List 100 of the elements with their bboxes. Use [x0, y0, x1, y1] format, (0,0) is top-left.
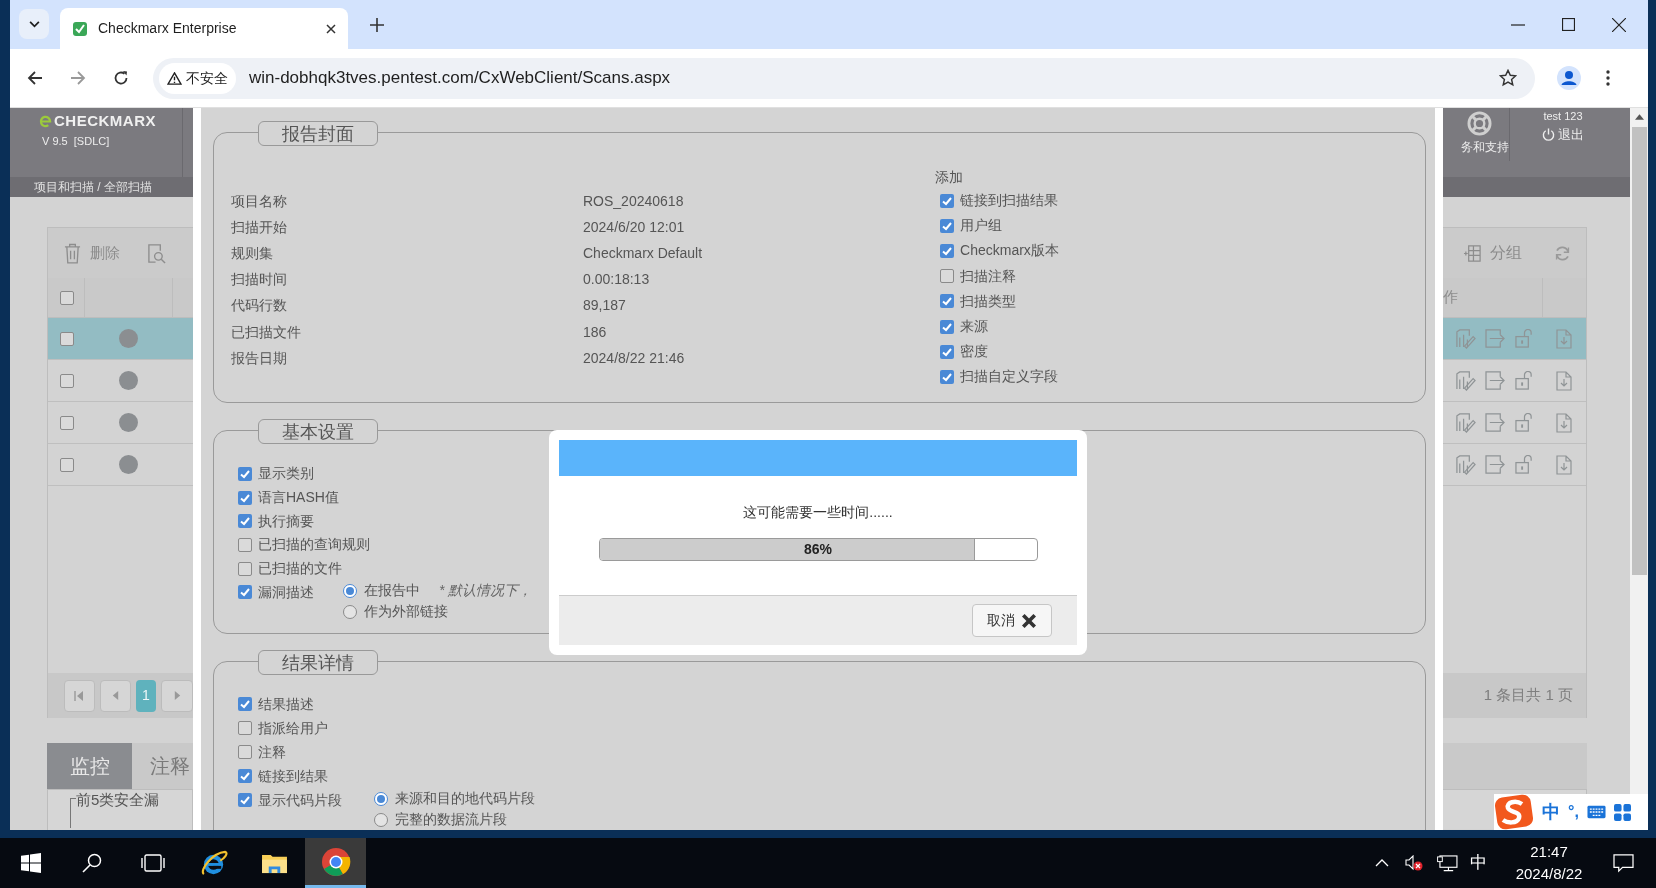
- ime-punctuation[interactable]: °,: [1568, 800, 1579, 824]
- checkbox[interactable]: [238, 793, 252, 807]
- export-icon[interactable]: [1485, 371, 1506, 390]
- previous-page-button[interactable]: [99, 679, 131, 712]
- export-icon[interactable]: [1485, 455, 1506, 474]
- checkbox[interactable]: [238, 490, 252, 505]
- dialog-message: 这可能需要一些时间......: [743, 503, 893, 522]
- taskbar-button[interactable]: [305, 838, 366, 888]
- triangle-left-icon: [110, 691, 120, 700]
- checkbox-label: 链接到扫描结果: [960, 191, 1059, 211]
- security-chip[interactable]: 不安全: [159, 62, 236, 94]
- checkbox[interactable]: [940, 319, 955, 334]
- checkbox[interactable]: [940, 344, 955, 359]
- table-row[interactable]: [48, 318, 193, 360]
- unlock-icon[interactable]: [1515, 455, 1534, 474]
- radio-button[interactable]: [343, 604, 357, 619]
- next-page-button[interactable]: [161, 679, 193, 712]
- grid-icon[interactable]: [1613, 803, 1631, 821]
- checkbox[interactable]: [940, 243, 955, 258]
- checkbox[interactable]: [238, 721, 252, 735]
- document-search-icon[interactable]: [147, 242, 166, 264]
- table-row[interactable]: [1443, 318, 1586, 360]
- clock[interactable]: 21:47 2024/8/22: [1505, 841, 1593, 885]
- trash-icon[interactable]: [64, 242, 81, 264]
- download-file-icon[interactable]: [1556, 412, 1572, 433]
- first-page-button[interactable]: [64, 679, 95, 712]
- unlock-icon[interactable]: [1515, 329, 1534, 348]
- close-icon[interactable]: [326, 23, 336, 34]
- notification-icon[interactable]: [1613, 853, 1634, 873]
- checkbox[interactable]: [238, 769, 252, 783]
- speaker-muted-icon[interactable]: [1405, 855, 1423, 871]
- chart-edit-icon[interactable]: [1455, 328, 1476, 349]
- scrollbar[interactable]: [1630, 108, 1648, 794]
- network-icon[interactable]: [1437, 854, 1458, 872]
- warning-icon: [167, 71, 182, 85]
- s-logo-icon[interactable]: [1494, 794, 1534, 830]
- radio-button[interactable]: [343, 583, 357, 598]
- group-icon[interactable]: [1463, 243, 1482, 263]
- chevron-up-icon[interactable]: [1375, 859, 1389, 867]
- field-label: 扫描开始: [231, 217, 288, 237]
- radio-button[interactable]: [374, 812, 388, 827]
- tab-list-button[interactable]: [19, 9, 49, 39]
- reload-icon[interactable]: [113, 70, 129, 86]
- checkbox[interactable]: [940, 193, 955, 208]
- checkbox[interactable]: [238, 745, 252, 759]
- tab[interactable]: 监控: [47, 743, 132, 789]
- back-icon[interactable]: [27, 70, 43, 86]
- checkbox[interactable]: [60, 457, 74, 472]
- input-method-indicator[interactable]: 中: [1470, 850, 1487, 876]
- checkbox-label: 注释: [258, 742, 286, 762]
- cancel-button[interactable]: 取消: [972, 604, 1052, 637]
- chart-edit-icon[interactable]: [1455, 370, 1476, 391]
- menu-icon[interactable]: [1606, 70, 1610, 86]
- support-label[interactable]: 务和支持: [1461, 138, 1509, 156]
- forward-icon[interactable]: [70, 70, 86, 86]
- browser-tab[interactable]: Checkmarx Enterprise: [60, 8, 348, 49]
- first-page-icon: [74, 690, 85, 701]
- scroll-up-icon[interactable]: [1634, 114, 1644, 120]
- download-file-icon[interactable]: [1556, 370, 1572, 391]
- maximize-icon[interactable]: [1562, 18, 1575, 31]
- checkbox[interactable]: [238, 537, 252, 552]
- export-icon[interactable]: [1485, 413, 1506, 432]
- new-tab-icon[interactable]: [370, 18, 384, 32]
- checkbox[interactable]: [940, 269, 955, 284]
- address-bar[interactable]: 不安全 win-dobhqk3tves.pentest.com/CxWebClient/Scans.aspx: [153, 57, 1535, 99]
- close-icon[interactable]: [1612, 17, 1626, 32]
- download-file-icon[interactable]: [1556, 328, 1572, 349]
- tab[interactable]: 注释: [132, 743, 193, 789]
- minimize-icon[interactable]: [1511, 23, 1525, 26]
- logout-button[interactable]: 退出: [1542, 124, 1584, 144]
- checkbox[interactable]: [60, 373, 74, 388]
- keyboard-icon[interactable]: [1586, 805, 1606, 819]
- checkbox[interactable]: [60, 415, 74, 430]
- checkbox[interactable]: [238, 697, 252, 711]
- chart-edit-icon[interactable]: [1455, 454, 1476, 475]
- unlock-icon[interactable]: [1515, 413, 1534, 432]
- refresh-icon[interactable]: [1554, 244, 1571, 262]
- star-icon[interactable]: [1499, 69, 1517, 87]
- chart-edit-icon[interactable]: [1455, 412, 1476, 433]
- checkbox[interactable]: [238, 585, 252, 600]
- checkbox[interactable]: [940, 218, 955, 233]
- checkbox-label: 漏洞描述: [258, 582, 314, 602]
- checkbox[interactable]: [940, 294, 955, 309]
- checkbox[interactable]: [60, 290, 74, 305]
- lifebuoy-icon[interactable]: [1467, 111, 1492, 136]
- field-value: Checkmarx Default: [583, 243, 703, 263]
- checkbox[interactable]: [60, 331, 74, 346]
- radio-button[interactable]: [374, 791, 388, 806]
- checkbox[interactable]: [238, 466, 252, 481]
- checkbox[interactable]: [238, 514, 252, 529]
- ime-mode[interactable]: 中: [1542, 798, 1560, 826]
- unlock-icon[interactable]: [1515, 371, 1534, 390]
- field-label: 已扫描文件: [231, 322, 302, 342]
- profile-icon[interactable]: [1557, 66, 1581, 90]
- checkbox-label: 显示代码片段: [258, 790, 342, 810]
- radio-label: 在报告中: [364, 581, 420, 601]
- download-file-icon[interactable]: [1556, 454, 1572, 475]
- checkbox[interactable]: [238, 561, 252, 576]
- export-icon[interactable]: [1485, 329, 1506, 348]
- checkbox[interactable]: [940, 369, 955, 384]
